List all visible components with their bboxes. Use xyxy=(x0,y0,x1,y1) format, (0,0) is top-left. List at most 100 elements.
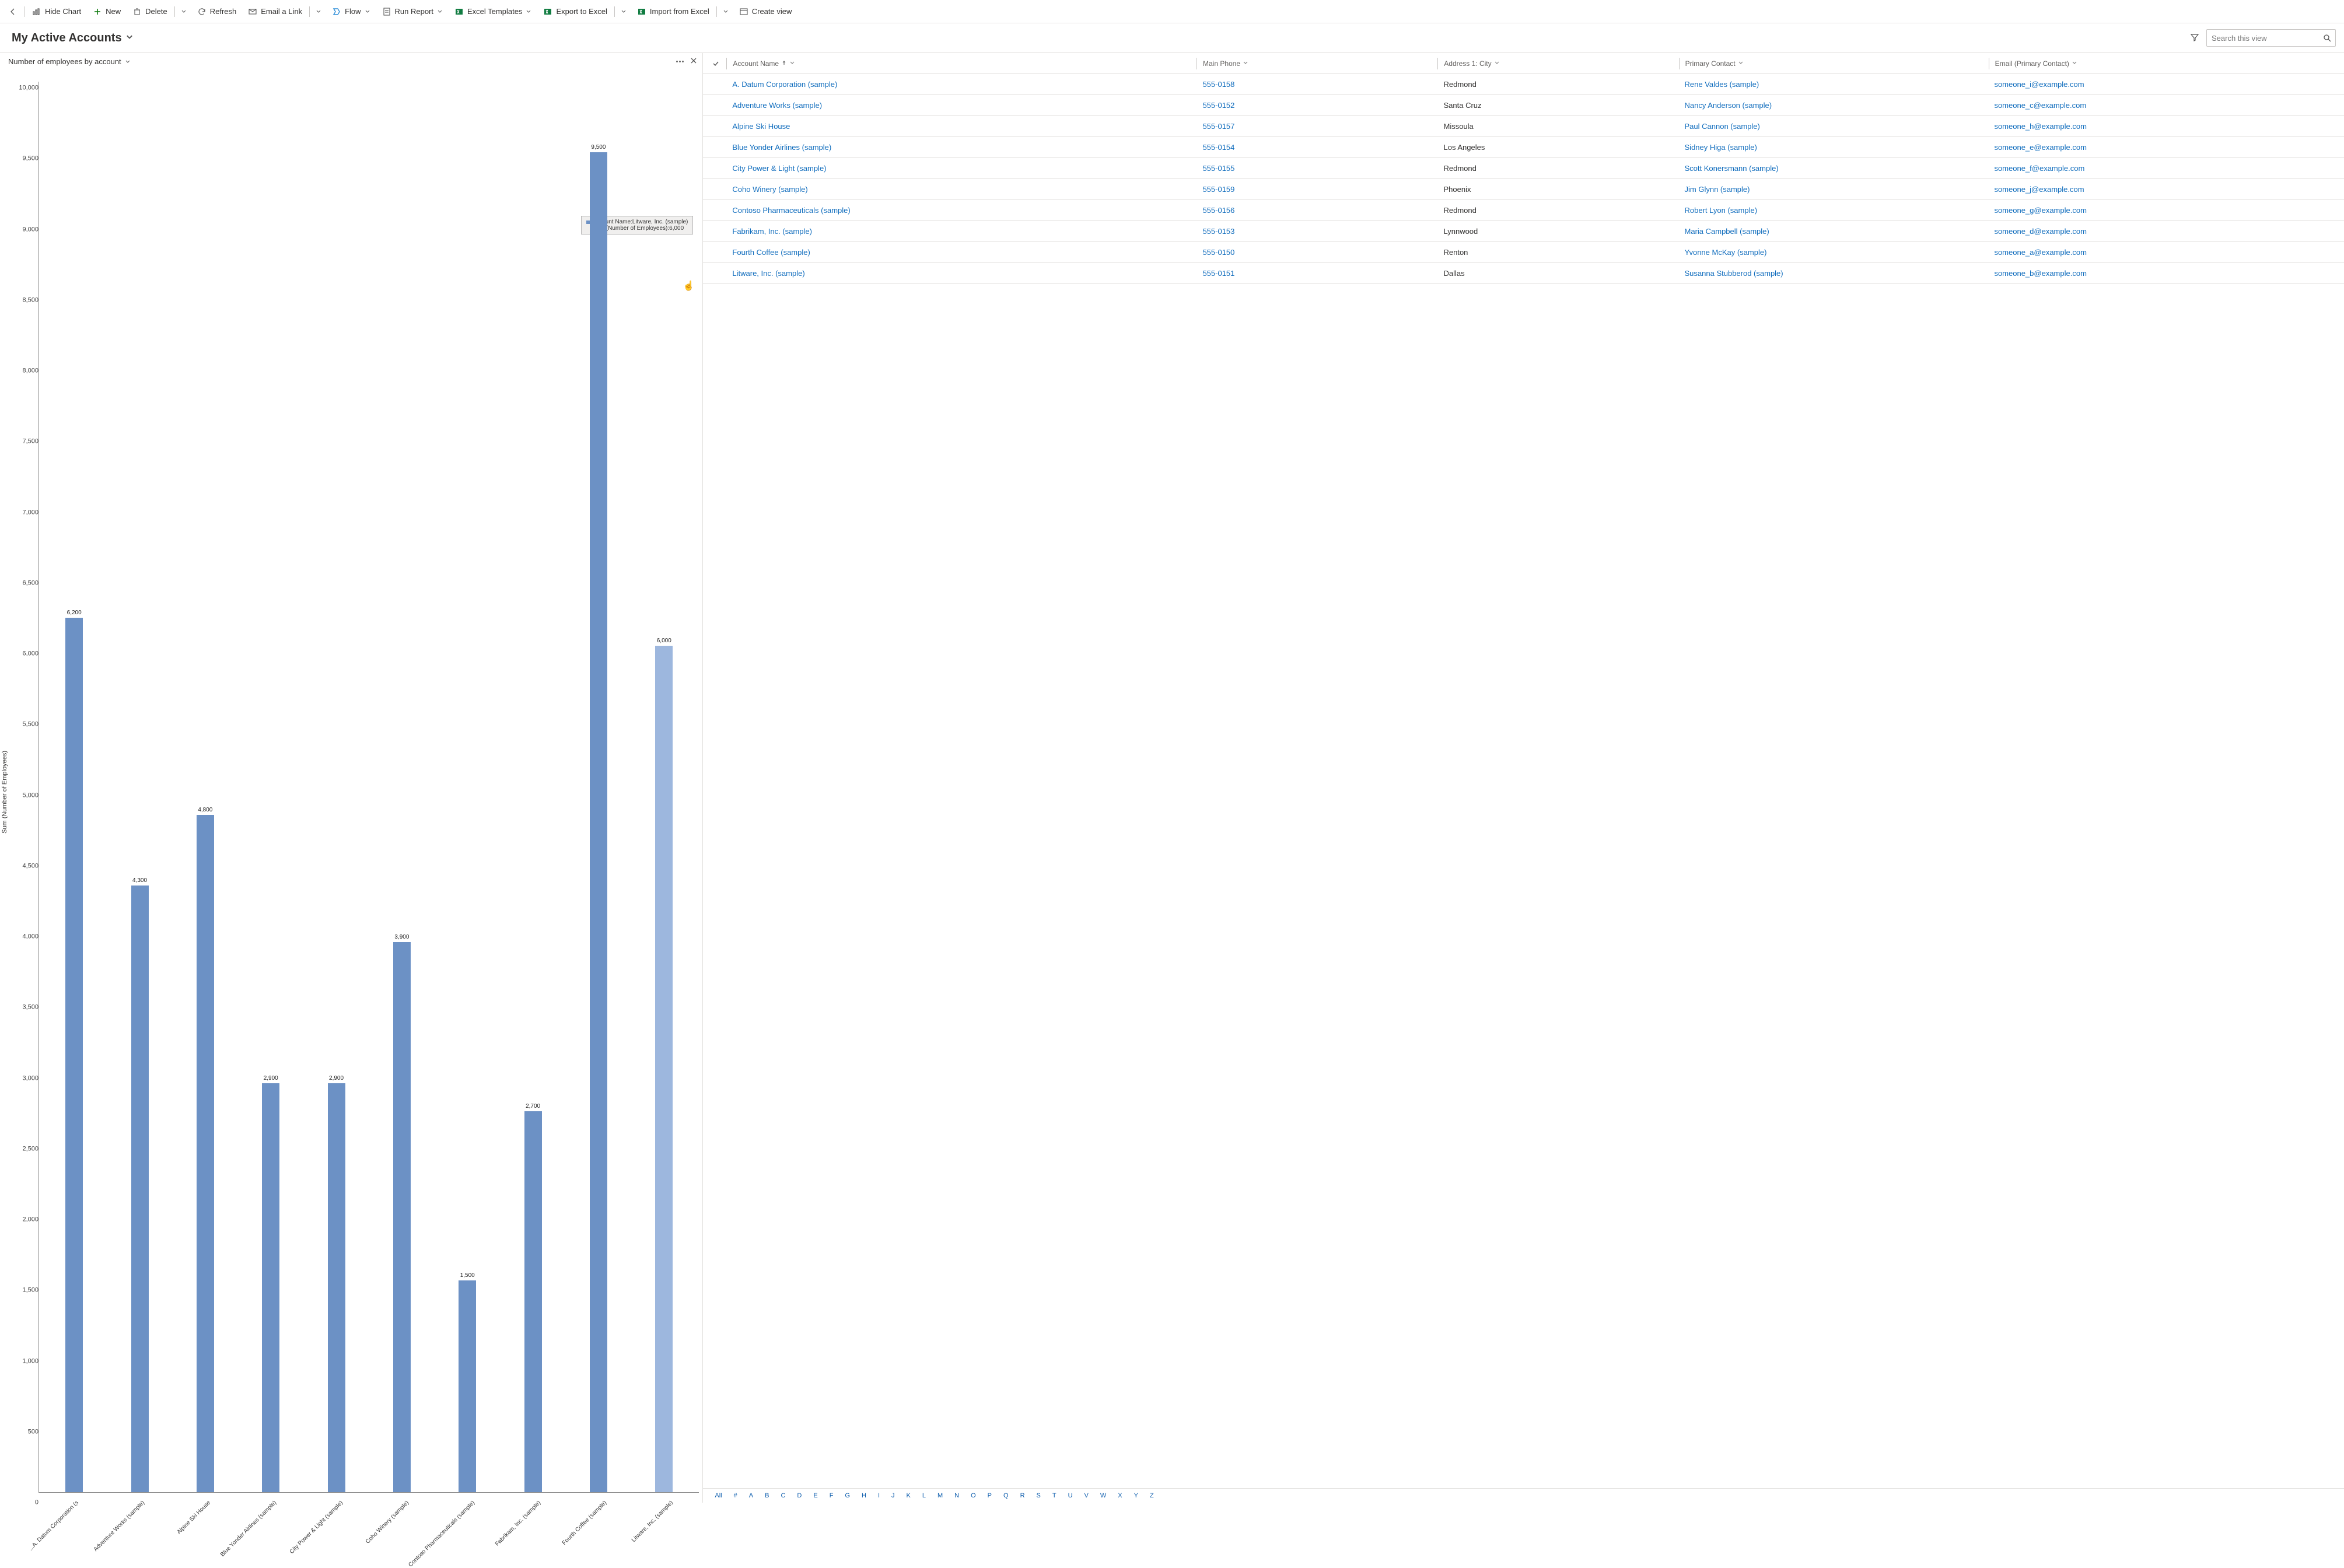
chart-title-selector[interactable]: Number of employees by account xyxy=(8,57,131,66)
bar[interactable] xyxy=(524,1111,542,1492)
table-row[interactable]: Fourth Coffee (sample)555-0150RentonYvon… xyxy=(703,242,2344,263)
table-row[interactable]: Litware, Inc. (sample)555-0151DallasSusa… xyxy=(703,263,2344,284)
account-link[interactable]: City Power & Light (sample) xyxy=(732,164,826,173)
index-letter[interactable]: E xyxy=(811,1491,820,1500)
index-letter[interactable]: K xyxy=(904,1491,913,1500)
contact-link[interactable]: Susanna Stubberod (sample) xyxy=(1685,269,1783,278)
email-link[interactable]: someone_e@example.com xyxy=(1994,143,2086,152)
email-link[interactable]: someone_g@example.com xyxy=(1994,206,2086,215)
bar[interactable] xyxy=(65,618,83,1492)
table-row[interactable]: Alpine Ski House555-0157MissoulaPaul Can… xyxy=(703,116,2344,137)
refresh-button[interactable]: Refresh xyxy=(191,2,243,21)
email-link[interactable]: someone_c@example.com xyxy=(1994,101,2086,110)
account-link[interactable]: Fourth Coffee (sample) xyxy=(732,248,810,257)
table-row[interactable]: Adventure Works (sample)555-0152Santa Cr… xyxy=(703,95,2344,116)
email-link[interactable]: someone_f@example.com xyxy=(1994,164,2084,173)
index-letter[interactable]: I xyxy=(876,1491,882,1500)
bar[interactable] xyxy=(197,815,214,1492)
contact-link[interactable]: Nancy Anderson (sample) xyxy=(1685,101,1772,110)
table-row[interactable]: A. Datum Corporation (sample)555-0158Red… xyxy=(703,74,2344,95)
index-letter[interactable]: # xyxy=(732,1491,740,1500)
account-link[interactable]: Contoso Pharmaceuticals (sample) xyxy=(732,206,850,215)
index-letter[interactable]: C xyxy=(778,1491,788,1500)
bar[interactable] xyxy=(459,1280,476,1492)
index-letter[interactable]: Z xyxy=(1147,1491,1156,1500)
index-letter[interactable]: P xyxy=(985,1491,994,1500)
index-letter[interactable]: G xyxy=(842,1491,852,1500)
phone-link[interactable]: 555-0158 xyxy=(1202,80,1234,89)
email-link[interactable]: someone_b@example.com xyxy=(1994,269,2086,278)
contact-link[interactable]: Robert Lyon (sample) xyxy=(1685,206,1758,215)
chart-plot[interactable]: Account Name:Litware, Inc. (sample) Sum … xyxy=(39,82,699,1493)
import-excel-button[interactable]: Import from Excel xyxy=(631,2,715,21)
contact-link[interactable]: Jim Glynn (sample) xyxy=(1685,185,1750,194)
excel-templates-button[interactable]: Excel Templates xyxy=(449,2,537,21)
contact-link[interactable]: Sidney Higa (sample) xyxy=(1685,143,1757,152)
bar-column[interactable]: 2,700 xyxy=(500,82,565,1492)
filter-icon[interactable] xyxy=(2190,33,2199,44)
create-view-button[interactable]: Create view xyxy=(733,2,798,21)
bar[interactable] xyxy=(262,1083,279,1492)
bar[interactable] xyxy=(131,886,149,1492)
bar-column[interactable]: 1,500 xyxy=(435,82,500,1492)
phone-link[interactable]: 555-0153 xyxy=(1202,227,1234,236)
phone-link[interactable]: 555-0152 xyxy=(1202,101,1234,110)
bar-column[interactable]: 6,000 xyxy=(631,82,697,1492)
email-link-button[interactable]: Email a Link xyxy=(242,2,308,21)
col-header-account-name[interactable]: Account Name xyxy=(726,58,1197,69)
email-link[interactable]: someone_a@example.com xyxy=(1994,248,2086,257)
bar-column[interactable]: 3,900 xyxy=(369,82,435,1492)
hide-chart-button[interactable]: Hide Chart xyxy=(26,2,87,21)
contact-link[interactable]: Rene Valdes (sample) xyxy=(1685,80,1759,89)
phone-link[interactable]: 555-0156 xyxy=(1202,206,1234,215)
phone-link[interactable]: 555-0154 xyxy=(1202,143,1234,152)
index-letter[interactable]: L xyxy=(920,1491,928,1500)
email-link[interactable]: someone_j@example.com xyxy=(1994,185,2084,194)
export-excel-button[interactable]: Export to Excel xyxy=(537,2,613,21)
bar-column[interactable]: 2,900 xyxy=(238,82,303,1492)
bar[interactable] xyxy=(590,152,607,1492)
select-all-checkbox[interactable] xyxy=(705,58,726,69)
contact-link[interactable]: Maria Campbell (sample) xyxy=(1685,227,1769,236)
index-letter[interactable]: All xyxy=(712,1491,724,1500)
delete-button[interactable]: Delete xyxy=(127,2,173,21)
col-header-main-phone[interactable]: Main Phone xyxy=(1197,58,1437,69)
index-letter[interactable]: A xyxy=(747,1491,755,1500)
search-icon[interactable] xyxy=(2319,33,2335,43)
search-input[interactable] xyxy=(2207,34,2319,43)
account-link[interactable]: Coho Winery (sample) xyxy=(732,185,807,194)
index-letter[interactable]: D xyxy=(795,1491,804,1500)
bar-column[interactable]: 4,800 xyxy=(173,82,238,1492)
export-excel-split-chevron[interactable] xyxy=(616,9,631,15)
email-link[interactable]: someone_i@example.com xyxy=(1994,80,2084,89)
run-report-button[interactable]: Run Report xyxy=(376,2,449,21)
account-link[interactable]: Blue Yonder Airlines (sample) xyxy=(732,143,831,152)
account-link[interactable]: Fabrikam, Inc. (sample) xyxy=(732,227,812,236)
phone-link[interactable]: 555-0159 xyxy=(1202,185,1234,194)
index-letter[interactable]: W xyxy=(1098,1491,1108,1500)
import-excel-split-chevron[interactable] xyxy=(718,9,733,15)
index-letter[interactable]: J xyxy=(889,1491,897,1500)
contact-link[interactable]: Paul Cannon (sample) xyxy=(1685,122,1760,131)
contact-link[interactable]: Yvonne McKay (sample) xyxy=(1685,248,1767,257)
phone-link[interactable]: 555-0157 xyxy=(1202,122,1234,131)
grid-body[interactable]: A. Datum Corporation (sample)555-0158Red… xyxy=(703,74,2344,1488)
close-icon[interactable] xyxy=(690,57,698,66)
bar-column[interactable]: 6,200 xyxy=(41,82,107,1492)
index-letter[interactable]: F xyxy=(827,1491,836,1500)
contact-link[interactable]: Scott Konersmann (sample) xyxy=(1685,164,1779,173)
index-letter[interactable]: N xyxy=(952,1491,961,1500)
index-letter[interactable]: Y xyxy=(1132,1491,1140,1500)
index-letter[interactable]: T xyxy=(1050,1491,1059,1500)
phone-link[interactable]: 555-0150 xyxy=(1202,248,1234,257)
account-link[interactable]: Litware, Inc. (sample) xyxy=(732,269,804,278)
index-letter[interactable]: X xyxy=(1115,1491,1124,1500)
table-row[interactable]: Contoso Pharmaceuticals (sample) 555-0156… xyxy=(703,200,2344,221)
index-letter[interactable]: O xyxy=(968,1491,978,1500)
phone-link[interactable]: 555-0155 xyxy=(1202,164,1234,173)
flow-button[interactable]: Flow xyxy=(326,2,376,21)
email-link[interactable]: someone_d@example.com xyxy=(1994,227,2086,236)
phone-link[interactable]: 555-0151 xyxy=(1202,269,1234,278)
back-button[interactable] xyxy=(2,2,23,21)
bar[interactable] xyxy=(655,646,673,1492)
